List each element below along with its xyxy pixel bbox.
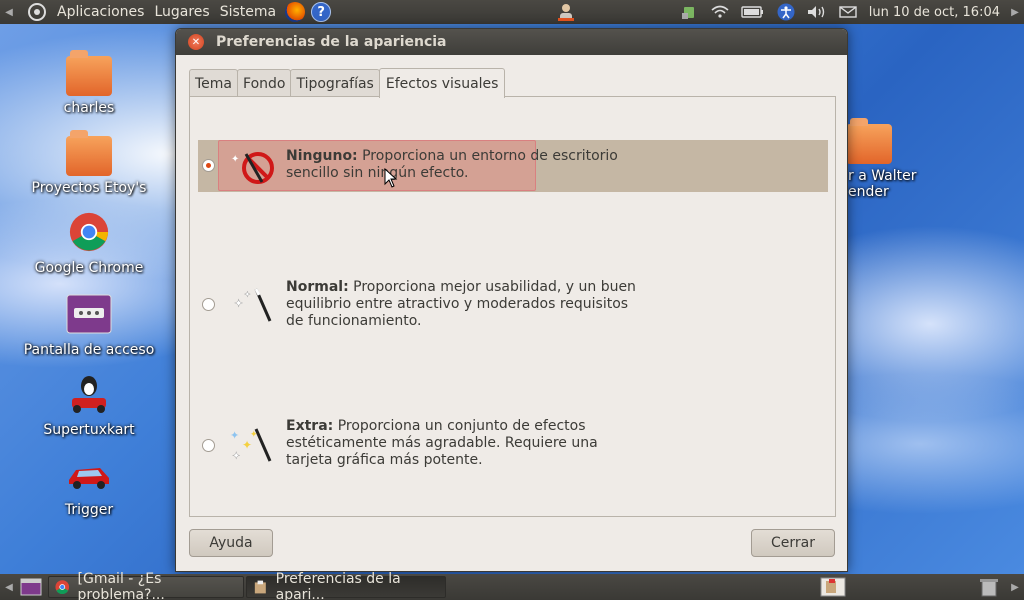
close-button[interactable]: Cerrar (751, 529, 835, 557)
no-effects-wand-icon: ✦ (231, 152, 274, 184)
option-ninguno[interactable]: ✦ Ninguno: Proporciona un entorno de esc… (198, 140, 828, 192)
tux-kart-icon (72, 376, 106, 413)
svg-text:✦: ✦ (232, 451, 240, 462)
folder-icon (66, 50, 112, 96)
svg-text:✦: ✦ (250, 430, 258, 440)
option-extra-title: Extra: (286, 418, 334, 434)
desktop-icon-label: Proyectos Etoy's (31, 180, 147, 196)
volume-icon[interactable] (807, 5, 827, 19)
desktop-icon-label: Supertuxkart (43, 422, 135, 438)
folder-icon (846, 118, 892, 164)
desktop-icon-label: charles (63, 100, 115, 116)
folder-icon (66, 130, 112, 176)
normal-effects-wand-icon: ✦ ✦ (234, 288, 272, 322)
help-icon[interactable]: ? (311, 2, 332, 22)
menu-lugares[interactable]: Lugares (149, 0, 214, 24)
svg-text:✦: ✦ (231, 154, 239, 165)
firefox-icon[interactable] (285, 2, 306, 22)
trash-icon[interactable] (978, 577, 1000, 597)
svg-text:✦: ✦ (234, 297, 243, 310)
workspace-switcher-icon[interactable] (820, 577, 846, 597)
desktop-icon-proyectos[interactable]: Proyectos Etoy's (19, 130, 159, 196)
accessibility-icon[interactable] (777, 3, 795, 21)
bottom-panel: ◀ [Gmail - ¿Es problema?... Preferencias… (0, 571, 1024, 600)
appearance-preferences-dialog: ✕ Preferencias de la apariencia Tema Fon… (175, 28, 848, 572)
tab-bar: Tema Fondo Tipografías Efectos visuales (189, 67, 506, 98)
mouse-cursor-icon (384, 168, 398, 188)
car-icon (69, 468, 109, 489)
desktop-icon-label: Trigger (64, 502, 114, 518)
ubuntu-logo-icon[interactable] (28, 3, 46, 21)
desktop-icon-pantalla-acceso[interactable]: Pantalla de acceso (19, 294, 159, 358)
desktop-icon-label: Pantalla de acceso (23, 342, 155, 358)
desktop-icon-charles[interactable]: charles (19, 50, 159, 116)
panel-right-arrow-icon[interactable]: ▶ (1006, 0, 1024, 24)
extra-effects-wand-icon: ✦ ✦ ✦ ✦ (230, 428, 272, 462)
task-preferencias-label: Preferencias de la apari... (275, 571, 401, 600)
menu-aplicaciones[interactable]: Aplicaciones (52, 0, 149, 24)
panel-right-arrow-icon[interactable]: ▶ (1006, 575, 1024, 599)
task-preferencias[interactable]: Preferencias de la apari... (246, 571, 446, 600)
login-screen-icon (66, 294, 112, 334)
tab-efectos-visuales[interactable]: Efectos visuales (378, 68, 506, 98)
clock[interactable]: lun 10 de oct, 16:04 (869, 5, 1000, 20)
chrome-icon (69, 212, 109, 252)
radio-ninguno[interactable] (202, 159, 215, 172)
svg-text:✦: ✦ (244, 290, 251, 299)
dialog-titlebar[interactable]: ✕ Preferencias de la apariencia (176, 29, 847, 55)
tab-tipografias[interactable]: Tipografías (290, 69, 380, 97)
top-panel: ◀ Aplicaciones Lugares Sistema ? lun 10 … (0, 0, 1024, 24)
task-gmail-label: [Gmail - ¿Es problema?... (77, 571, 165, 600)
radio-normal[interactable] (202, 298, 215, 311)
option-ninguno-text: Ninguno: Proporciona un entorno de escri… (286, 148, 636, 182)
chrome-icon (55, 580, 70, 595)
panel-left-arrow-icon[interactable]: ◀ (0, 0, 18, 24)
show-desktop-icon[interactable] (20, 578, 42, 596)
option-extra[interactable]: ✦ ✦ ✦ ✦ Extra: Proporciona un conjunto d… (198, 417, 828, 475)
menu-sistema[interactable]: Sistema (215, 0, 281, 24)
task-gmail[interactable]: [Gmail - ¿Es problema?... (48, 571, 244, 600)
desktop-icon-supertuxkart[interactable]: Supertuxkart (19, 374, 159, 438)
desktop-icon-trigger[interactable]: Trigger (19, 454, 159, 518)
tab-panel-efectos: ✦ Ninguno: Proporciona un entorno de esc… (189, 96, 836, 517)
desktop-icon-chrome[interactable]: Google Chrome (19, 212, 159, 276)
option-normal[interactable]: ✦ ✦ Normal: Proporciona mejor usabilidad… (198, 277, 828, 335)
wifi-icon[interactable] (711, 5, 729, 19)
radio-extra[interactable] (202, 439, 215, 452)
close-icon[interactable]: ✕ (188, 34, 204, 50)
desktop-icon-label: Google Chrome (34, 260, 144, 276)
appearance-icon (254, 580, 266, 594)
network-icon[interactable] (681, 5, 699, 19)
option-extra-text: Extra: Proporciona un conjunto de efecto… (286, 418, 636, 469)
tab-tema[interactable]: Tema (189, 69, 239, 97)
user-icon[interactable] (556, 2, 576, 22)
option-ninguno-title: Ninguno: (286, 148, 358, 164)
svg-text:✦: ✦ (242, 438, 252, 452)
option-normal-text: Normal: Proporciona mejor usabilidad, y … (286, 279, 636, 330)
tab-fondo[interactable]: Fondo (237, 69, 292, 97)
help-button[interactable]: Ayuda (189, 529, 273, 557)
dialog-title: Preferencias de la apariencia (216, 34, 447, 50)
mail-icon[interactable] (839, 5, 857, 19)
option-extra-desc: Proporciona un conjunto de efectos estét… (286, 418, 598, 468)
svg-text:✦: ✦ (230, 429, 239, 442)
battery-icon[interactable] (741, 5, 765, 19)
panel-left-arrow-icon[interactable]: ◀ (0, 575, 18, 599)
option-normal-title: Normal: (286, 279, 349, 295)
